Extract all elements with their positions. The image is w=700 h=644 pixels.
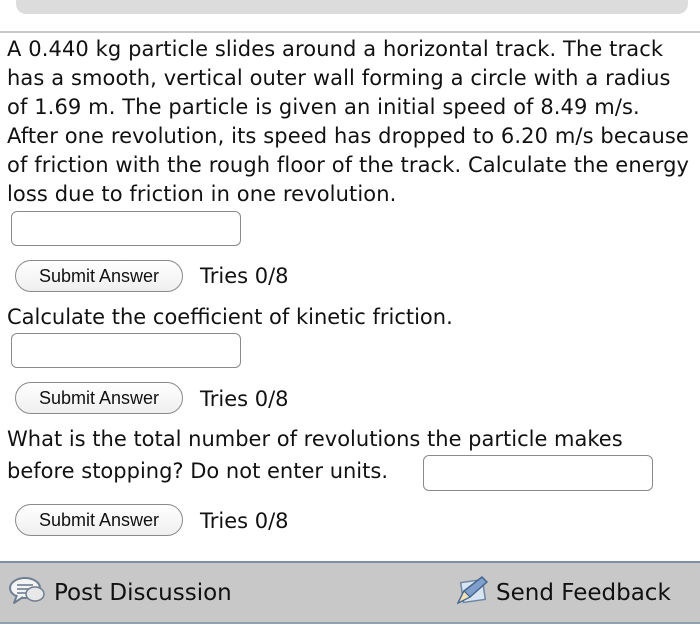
tries-counter-3: Tries 0/8 bbox=[200, 509, 289, 533]
answer-2-input[interactable] bbox=[11, 333, 241, 368]
answer-3-input[interactable] bbox=[423, 455, 653, 491]
submit-answer-2-button[interactable]: Submit Answer bbox=[15, 382, 183, 414]
top-divider bbox=[0, 31, 700, 33]
submit-answer-1-button[interactable]: Submit Answer bbox=[15, 260, 183, 292]
question-2-text: Calculate the coefficient of kinetic fri… bbox=[7, 305, 453, 329]
send-feedback-label: Send Feedback bbox=[496, 579, 671, 606]
footer-bar: Post Discussion Send Feedback bbox=[0, 561, 700, 624]
post-discussion-label: Post Discussion bbox=[54, 579, 232, 606]
answer-1-input[interactable] bbox=[11, 211, 241, 246]
top-bar bbox=[16, 0, 688, 14]
send-feedback-link[interactable]: Send Feedback bbox=[454, 563, 671, 622]
tries-counter-1: Tries 0/8 bbox=[200, 264, 289, 288]
submit-answer-3-button[interactable]: Submit Answer bbox=[15, 504, 183, 536]
question-1-text: A 0.440 kg particle slides around a hori… bbox=[7, 37, 690, 206]
page-bottom bbox=[0, 624, 700, 644]
problem-page: A 0.440 kg particle slides around a hori… bbox=[0, 0, 700, 644]
question-3-text-line-2: before stopping? Do not enter units. bbox=[7, 459, 388, 483]
pencil-edit-icon bbox=[454, 573, 492, 613]
tries-counter-2: Tries 0/8 bbox=[200, 387, 289, 411]
post-discussion-link[interactable]: Post Discussion bbox=[8, 563, 232, 622]
question-3-text-line-1: What is the total number of revolutions … bbox=[7, 427, 623, 451]
speech-bubble-icon bbox=[8, 575, 46, 611]
